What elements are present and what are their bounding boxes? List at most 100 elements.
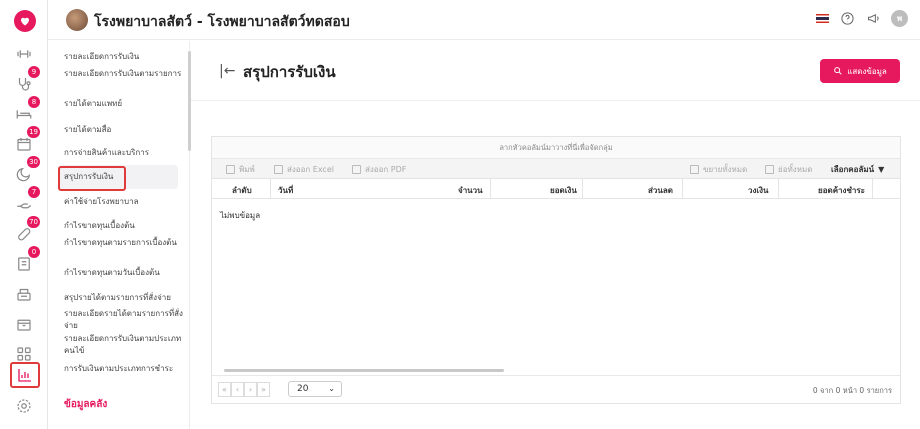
excel-icon xyxy=(274,165,283,174)
menu-item[interactable]: กำไรขาดทุนเบื้องต้น xyxy=(64,220,184,232)
menu-item[interactable]: รายได้ตามสื่อ xyxy=(64,124,184,136)
export-pdf-label: ส่งออก PDF xyxy=(365,165,407,174)
user-avatar[interactable]: พ xyxy=(891,10,908,27)
page-buttons: « ‹ › » xyxy=(218,382,270,397)
print-button[interactable]: พิมพ์ xyxy=(226,163,255,176)
column-header[interactable]: จำนวน xyxy=(458,184,483,197)
report-chart-icon[interactable] xyxy=(10,362,40,388)
column-header[interactable]: วันที่ xyxy=(278,184,293,197)
menu-item[interactable]: สรุปรายได้ตามรายการที่สั่งจ่าย xyxy=(64,292,184,304)
printer-icon xyxy=(226,165,235,174)
column-divider xyxy=(778,179,779,199)
grid-toolbar: พิมพ์ ส่งออก Excel ส่งออก PDF ขยายทั้งหม… xyxy=(212,159,900,179)
header-actions: พ xyxy=(816,10,908,27)
data-grid: ลากหัวคอลัมน์มาวางที่นี่เพื่อจัดกลุ่ม พิ… xyxy=(211,136,901,404)
menu-item[interactable]: การจ่ายสินค้าและบริการ xyxy=(64,147,184,159)
badge: 7 xyxy=(28,186,40,198)
export-excel-button[interactable]: ส่งออก Excel xyxy=(274,163,334,176)
expand-all-button[interactable]: ขยายทั้งหมด xyxy=(690,163,747,176)
top-header: โรงพยาบาลสัตว์ - โรงพยาบาลสัตว์ทดสอบ พ xyxy=(48,0,920,40)
grid-header-row: ลำดับ วันที่ จำนวน ยอดเงิน ส่วนลด วงเงิน… xyxy=(212,179,900,199)
hand-icon[interactable]: 7 xyxy=(12,186,40,216)
document-icon[interactable]: 0 xyxy=(12,246,40,276)
group-panel[interactable]: ลากหัวคอลัมน์มาวางที่นี่เพื่อจัดกลุ่ม xyxy=(212,137,900,159)
moon-icon[interactable]: 30 xyxy=(12,156,40,186)
column-divider xyxy=(582,179,583,199)
cashier-icon[interactable] xyxy=(12,282,36,306)
heart-logo-icon[interactable] xyxy=(14,10,36,32)
main-content: |← สรุปการรับเงิน แสดงข้อมูล ลากหัวคอลัม… xyxy=(191,41,920,429)
column-header[interactable]: วงเงิน xyxy=(748,184,769,197)
thai-flag-icon[interactable] xyxy=(816,14,829,23)
badge: 8 xyxy=(28,96,40,108)
horizontal-scrollbar[interactable] xyxy=(224,369,504,372)
help-icon[interactable] xyxy=(839,11,855,27)
column-chooser-label: เลือกคอลัมน์ xyxy=(831,165,875,174)
pdf-icon xyxy=(352,165,361,174)
export-excel-label: ส่งออก Excel xyxy=(287,165,334,174)
search-icon xyxy=(834,67,842,75)
column-divider xyxy=(682,179,683,199)
chevron-down-icon: ⌄ xyxy=(328,384,335,393)
column-header[interactable]: ลำดับ xyxy=(232,184,252,197)
last-page-icon[interactable]: » xyxy=(257,382,270,397)
page-size-select[interactable]: 20 ⌄ xyxy=(288,381,342,397)
column-chooser-button[interactable]: เลือกคอลัมน์ ▼ xyxy=(831,163,884,176)
show-data-button[interactable]: แสดงข้อมูล xyxy=(820,59,900,83)
calendar-icon[interactable]: 19 xyxy=(12,126,40,156)
menu-item[interactable]: รายละเอียดการรับเงินตามรายการ xyxy=(64,68,184,80)
column-divider xyxy=(872,179,873,199)
collapse-icon xyxy=(765,165,774,174)
menu-item[interactable]: รายละเอียดการรับเงิน xyxy=(64,51,184,63)
expand-icon xyxy=(690,165,699,174)
page-title: สรุปการรับเงิน xyxy=(243,63,336,81)
menu-item[interactable]: รายละเอียดรายได้ตามรายการที่สั่งจ่าย xyxy=(64,308,184,332)
show-data-label: แสดงข้อมูล xyxy=(847,66,887,76)
column-header[interactable]: ส่วนลด xyxy=(648,184,673,197)
settings-icon[interactable] xyxy=(12,394,36,418)
expand-all-label: ขยายทั้งหมด xyxy=(703,165,748,174)
clinic-avatar xyxy=(66,9,88,31)
menu-item[interactable]: ค่าใช้จ่ายโรงพยาบาล xyxy=(64,196,184,208)
page-info: 0 จาก 0 หน้า 0 รายการ xyxy=(812,386,892,395)
clinic-title: โรงพยาบาลสัตว์ - โรงพยาบาลสัตว์ทดสอบ xyxy=(94,14,350,30)
badge: 70 xyxy=(27,216,40,228)
active-highlight xyxy=(58,166,126,191)
app-root: 9 8 19 30 7 70 0 โรงพยาบาลสัตว์ - โรงพยา… xyxy=(0,0,920,429)
collapse-all-button[interactable]: ย่อทั้งหมด xyxy=(765,163,812,176)
box-icon[interactable] xyxy=(12,312,36,336)
export-pdf-button[interactable]: ส่งออก PDF xyxy=(352,163,406,176)
section-heading: ข้อมูลคลัง xyxy=(64,399,108,410)
column-header[interactable]: ยอดค้างชำระ xyxy=(818,184,865,197)
menu-item[interactable]: กำไรขาดทุนตามรายการเบื้องต้น xyxy=(64,237,184,249)
empty-message: ไม่พบข้อมูล xyxy=(220,211,261,220)
menu-item[interactable]: รายได้ตามแพทย์ xyxy=(64,98,184,110)
caret-down-icon: ▼ xyxy=(878,165,885,174)
badge: 30 xyxy=(27,156,40,168)
menu-item[interactable]: กำไรขาดทุนตามวันเบื้องต้น xyxy=(64,267,184,279)
dumbbell-icon[interactable] xyxy=(12,42,36,66)
bed-icon[interactable]: 8 xyxy=(12,96,40,126)
column-divider xyxy=(490,179,491,199)
prev-page-icon[interactable]: ‹ xyxy=(231,382,244,397)
collapse-left-icon[interactable]: |← xyxy=(219,63,235,79)
badge: 19 xyxy=(27,126,40,138)
badge: 9 xyxy=(28,66,40,78)
badge: 0 xyxy=(28,246,40,258)
pager: « ‹ › » 20 ⌄ 0 จาก 0 หน้า 0 รายการ xyxy=(212,375,900,403)
page-header: |← สรุปการรับเงิน แสดงข้อมูล xyxy=(191,41,920,101)
collapse-all-label: ย่อทั้งหมด xyxy=(778,165,813,174)
pill-icon[interactable]: 70 xyxy=(12,216,40,246)
column-divider xyxy=(270,179,271,199)
icon-rail: 9 8 19 30 7 70 0 xyxy=(0,0,48,429)
megaphone-icon[interactable] xyxy=(865,11,881,27)
first-page-icon[interactable]: « xyxy=(218,382,231,397)
column-header[interactable]: ยอดเงิน xyxy=(550,184,577,197)
menu-item[interactable]: รายละเอียดการรับเงินตามประเภทคนไข้ xyxy=(64,333,184,357)
menu-item[interactable]: การรับเงินตามประเภทการชำระ xyxy=(64,363,184,375)
print-label: พิมพ์ xyxy=(239,165,255,174)
next-page-icon[interactable]: › xyxy=(244,382,257,397)
page-size-value: 20 xyxy=(297,384,309,394)
report-submenu: รายละเอียดการรับเงิน รายละเอียดการรับเงิ… xyxy=(48,41,191,429)
stethoscope-icon[interactable]: 9 xyxy=(12,66,40,96)
